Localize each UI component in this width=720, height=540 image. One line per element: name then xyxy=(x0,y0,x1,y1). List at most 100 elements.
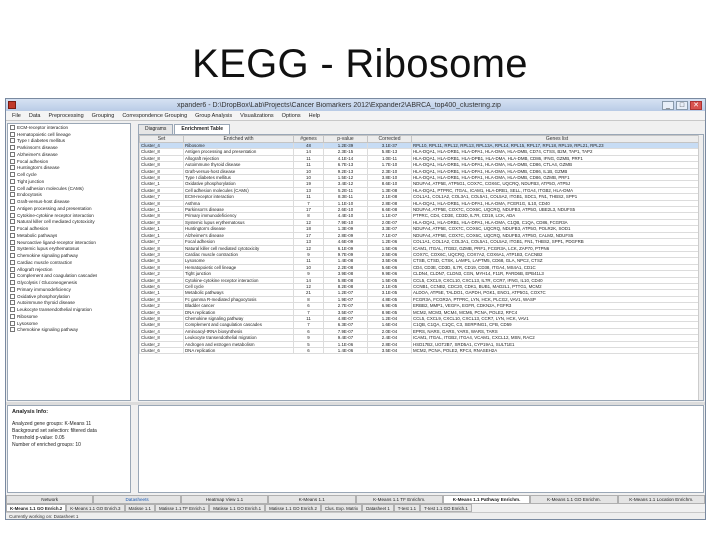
bottom-tab[interactable]: Matisse 1.1 GO Enrich.1 xyxy=(209,504,266,512)
pathway-list-item[interactable]: Leukocyte transendothelial migration xyxy=(8,306,130,313)
bottom-tab[interactable]: Matisse 1.1 GO Enrich.2 xyxy=(265,504,321,512)
column-header-enriched-with[interactable]: Enriched with xyxy=(183,135,294,143)
menu-item-grouping[interactable]: Grouping xyxy=(88,113,119,119)
pathway-checkbox[interactable] xyxy=(10,273,15,279)
pathway-list-item[interactable]: Antigen processing and presentation xyxy=(8,205,130,212)
pathway-checkbox[interactable] xyxy=(10,151,15,157)
pathway-list-item[interactable]: Metabolic pathways xyxy=(8,232,130,239)
pathway-checkbox[interactable] xyxy=(10,138,15,144)
pathway-checkbox[interactable] xyxy=(10,320,15,326)
pathway-checkbox[interactable] xyxy=(10,307,15,313)
pathway-list-item[interactable]: Ribosome xyxy=(8,313,130,320)
pathway-checkbox[interactable] xyxy=(10,172,15,178)
pathway-list-item[interactable]: Allograft rejection xyxy=(8,266,130,273)
pathway-list-item[interactable]: Focal adhesion xyxy=(8,225,130,232)
bottom-tab[interactable]: Network xyxy=(6,495,94,504)
pathway-list-item[interactable]: Parkinson's disease xyxy=(8,144,130,151)
bottom-tab[interactable]: T-test 1.1 GO Enrich.1 xyxy=(420,504,472,512)
bottom-tab[interactable]: T-test 1.1 xyxy=(393,504,421,512)
pathway-list-item[interactable]: ECM-receptor interaction xyxy=(8,124,130,131)
bottom-tab[interactable]: Datasheet 1 xyxy=(362,504,394,512)
pathway-checkbox[interactable] xyxy=(10,286,15,292)
bottom-tab[interactable]: K-Means 1.1 GO Enrichm. xyxy=(530,495,618,504)
pathway-checkbox[interactable] xyxy=(10,280,15,286)
menu-item-group-analysis[interactable]: Group Analysis xyxy=(191,113,236,119)
pathway-checkbox[interactable] xyxy=(10,239,15,245)
pathway-list-item[interactable]: Tight junction xyxy=(8,178,130,185)
pathway-list-item[interactable]: Cell adhesion molecules (CAMs) xyxy=(8,185,130,192)
tab-diagrams[interactable]: Diagrams xyxy=(138,124,174,134)
pathway-list-item[interactable]: Endocytosis xyxy=(8,192,130,199)
pathway-list-item[interactable]: Cardiac muscle contraction xyxy=(8,259,130,266)
pathway-list-item[interactable]: Graft-versus-host disease xyxy=(8,198,130,205)
pathway-checkbox[interactable] xyxy=(10,192,15,198)
bottom-tab[interactable]: Matisse 1.1 xyxy=(124,504,155,512)
bottom-tab[interactable]: Matisse 1.1 TF Enrich.1 xyxy=(154,504,210,512)
pathway-list-item[interactable]: Chemokine signaling pathway xyxy=(8,327,130,334)
bottom-tab[interactable]: Clus. Exp. Matrix xyxy=(320,504,363,512)
pathway-checkbox[interactable] xyxy=(10,259,15,265)
bottom-tab[interactable]: K-Means 1.1 Location Enrichm. xyxy=(617,495,705,504)
pathway-checkbox[interactable] xyxy=(10,266,15,272)
pathway-checkbox[interactable] xyxy=(10,199,15,205)
pathway-checkbox[interactable] xyxy=(10,253,15,259)
pathway-checkbox[interactable] xyxy=(10,165,15,171)
pathway-checkbox[interactable] xyxy=(10,212,15,218)
pathway-list-item[interactable]: Natural killer cell mediated cytotoxicit… xyxy=(8,219,130,226)
pathway-list-item[interactable]: Type I diabetes mellitus xyxy=(8,138,130,145)
bottom-tab[interactable]: Heatmap View 1.1 xyxy=(180,495,269,504)
pathway-checkbox[interactable] xyxy=(10,327,15,333)
column-header-corrected[interactable]: Corrected xyxy=(367,135,412,143)
column-header-genes-list[interactable]: Genes list xyxy=(411,135,703,143)
table-vertical-scrollbar[interactable] xyxy=(698,135,703,400)
pathway-list-item[interactable]: Hematopoietic cell lineage xyxy=(8,131,130,138)
menu-item-correspondence-grouping[interactable]: Correspondence Grouping xyxy=(118,113,191,119)
bottom-tab[interactable]: Datasheets xyxy=(93,495,181,504)
minimize-button[interactable]: _ xyxy=(662,100,674,110)
column-header-genes[interactable]: #genes xyxy=(293,135,324,143)
pathway-checkbox[interactable] xyxy=(10,232,15,238)
table-row[interactable]: Cluster_6 DNA replication 6 1.4E-06 3.5E-04 M… xyxy=(139,346,703,355)
tab-enrichment-table[interactable]: Enrichment Table xyxy=(174,124,230,134)
pathway-checkbox[interactable] xyxy=(10,246,15,252)
pathway-list-item[interactable]: Alzheimer's disease xyxy=(8,151,130,158)
pathway-list-item[interactable]: Focal adhesion xyxy=(8,158,130,165)
pathway-checkbox[interactable] xyxy=(10,313,15,319)
bottom-tab[interactable]: K-Means 1.1 TF Enrichm. xyxy=(355,495,443,504)
menu-item-visualizations[interactable]: Visualizations xyxy=(236,113,278,119)
pathway-list-item[interactable]: Huntington's disease xyxy=(8,165,130,172)
column-header-set[interactable]: Set xyxy=(139,135,184,143)
pathway-list-item[interactable]: Cell cycle xyxy=(8,171,130,178)
pathway-list-item[interactable]: Primary immunodeficiency xyxy=(8,286,130,293)
pathway-list-item[interactable]: Systemic lupus erythematosus xyxy=(8,246,130,253)
pathway-list-item[interactable]: Lysosome xyxy=(8,320,130,327)
pathway-list-item[interactable]: Autoimmune thyroid disease xyxy=(8,300,130,307)
pathway-checkbox[interactable] xyxy=(10,300,15,306)
menu-item-options[interactable]: Options xyxy=(278,113,305,119)
pathway-checkbox[interactable] xyxy=(10,145,15,151)
pathway-list-item[interactable]: Complement and coagulation cascades xyxy=(8,273,130,280)
pathway-checkbox[interactable] xyxy=(10,178,15,184)
bottom-tab[interactable]: K-Means 1.1 xyxy=(268,495,356,504)
maximize-button[interactable]: □ xyxy=(676,100,688,110)
bottom-tab[interactable]: K-Means 1.1 GO Enrich.2 xyxy=(6,504,67,512)
pathway-checkbox[interactable] xyxy=(10,131,15,137)
pathway-list-item[interactable]: Glycolysis / Gluconeogenesis xyxy=(8,279,130,286)
pathway-list-item[interactable]: Cytokine-cytokine receptor interaction xyxy=(8,212,130,219)
pathway-checkbox[interactable] xyxy=(10,185,15,191)
pathway-list-item[interactable]: Neuroactive ligand-receptor interaction xyxy=(8,239,130,246)
menu-item-data[interactable]: Data xyxy=(25,113,45,119)
bottom-tab[interactable]: K-Means 1.1 GO Enrich.3 xyxy=(66,504,125,512)
bottom-tab[interactable]: K-Means 1.1 Pathway Enrichm. xyxy=(442,495,531,504)
pathway-checkbox[interactable] xyxy=(10,226,15,232)
pathway-list-item[interactable]: Oxidative phosphorylation xyxy=(8,293,130,300)
menu-item-help[interactable]: Help xyxy=(305,113,324,119)
pathway-checkbox[interactable] xyxy=(10,124,15,130)
pathway-checkbox[interactable] xyxy=(10,158,15,164)
pathway-checkbox[interactable] xyxy=(10,293,15,299)
menu-item-file[interactable]: File xyxy=(8,113,25,119)
pathway-list-item[interactable]: Chemokine signaling pathway xyxy=(8,252,130,259)
pathway-checkbox[interactable] xyxy=(10,205,15,211)
close-button[interactable]: ✕ xyxy=(690,100,702,110)
menu-item-preprocessing[interactable]: Preprocessing xyxy=(45,113,88,119)
